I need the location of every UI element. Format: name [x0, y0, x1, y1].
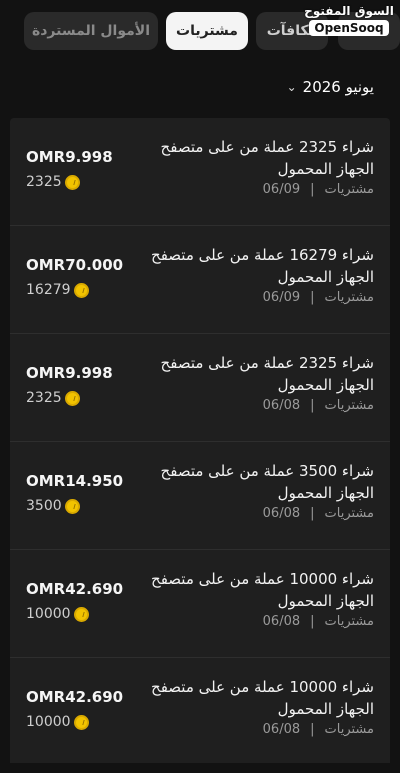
transaction-date: 06/08	[262, 506, 301, 521]
transaction-meta: مشتريات | 06/08	[263, 398, 374, 413]
transaction-coins: 16279	[26, 282, 89, 298]
transaction-meta: مشتريات | 06/09	[263, 290, 374, 305]
transaction-coins: 10000	[26, 714, 89, 730]
transaction-date: 06/08	[262, 722, 301, 737]
tab-purchases[interactable]: مشتريات	[166, 12, 248, 50]
tab-refunded[interactable]: الأموال المستردة	[24, 12, 158, 50]
coin-amount: 2325	[26, 390, 62, 406]
transaction-coins: 2325	[26, 390, 80, 406]
transaction-meta: مشتريات | 06/09	[263, 182, 374, 197]
transaction-date: 06/08	[262, 614, 301, 629]
meta-separator: |	[310, 722, 315, 737]
transaction-category: مشتريات	[324, 614, 374, 629]
transaction-category: مشتريات	[324, 182, 374, 197]
transaction-row[interactable]: شراء 16279 عملة من على متصفح الجهاز المح…	[10, 226, 390, 334]
coin-icon	[73, 606, 89, 622]
meta-separator: |	[310, 182, 315, 197]
coin-amount: 16279	[26, 282, 71, 298]
transaction-coins: 10000	[26, 606, 89, 622]
coin-amount: 10000	[26, 714, 71, 730]
meta-separator: |	[310, 290, 315, 305]
month-label: يونيو 2026	[302, 78, 374, 96]
transaction-meta: مشتريات | 06/08	[263, 506, 374, 521]
coin-icon	[64, 498, 80, 514]
coin-amount: 3500	[26, 498, 62, 514]
transaction-list: شراء 2325 عملة من على متصفح الجهاز المحم…	[10, 118, 390, 768]
transaction-title: شراء 16279 عملة من على متصفح الجهاز المح…	[151, 246, 374, 286]
transaction-title: شراء 2325 عملة من على متصفح الجهاز المحم…	[160, 138, 374, 178]
transaction-row[interactable]: شراء 10000 عملة من على متصفح الجهاز المح…	[10, 550, 390, 658]
transaction-date: 06/08	[262, 398, 301, 413]
transaction-title: شراء 10000 عملة من على متصفح الجهاز المح…	[151, 570, 374, 610]
transaction-row[interactable]: شراء 10000 عملة من على متصفح الجهاز المح…	[10, 658, 390, 766]
logo-english-text: OpenSooq	[309, 20, 389, 36]
transaction-price: OMR70.000	[26, 256, 124, 274]
transaction-price: OMR14.950	[26, 472, 124, 490]
month-selector[interactable]: ⌄ يونيو 2026	[287, 78, 374, 96]
transaction-row[interactable]: شراء 2325 عملة من على متصفح الجهاز المحم…	[10, 334, 390, 442]
transaction-price: OMR9.998	[26, 364, 113, 382]
transaction-category: مشتريات	[324, 506, 374, 521]
transaction-date: 06/09	[262, 182, 301, 197]
transaction-title: شراء 2325 عملة من على متصفح الجهاز المحم…	[160, 354, 374, 394]
transaction-price: OMR42.690	[26, 580, 124, 598]
transaction-title: شراء 10000 عملة من على متصفح الجهاز المح…	[151, 678, 374, 718]
chevron-down-icon: ⌄	[286, 80, 297, 94]
transaction-meta: مشتريات | 06/08	[263, 614, 374, 629]
transaction-price: OMR42.690	[26, 688, 124, 706]
transaction-row[interactable]: شراء 2325 عملة من على متصفح الجهاز المحم…	[10, 118, 390, 226]
transaction-coins: 3500	[26, 498, 80, 514]
transaction-category: مشتريات	[324, 722, 374, 737]
meta-separator: |	[310, 398, 315, 413]
meta-separator: |	[310, 614, 315, 629]
opensooq-logo: السوق المفتوح OpenSooq	[302, 4, 396, 42]
coin-amount: 10000	[26, 606, 71, 622]
coin-icon	[64, 174, 80, 190]
meta-separator: |	[310, 506, 315, 521]
transaction-meta: مشتريات | 06/08	[263, 722, 374, 737]
transaction-date: 06/09	[262, 290, 301, 305]
coin-icon	[64, 390, 80, 406]
transaction-price: OMR9.998	[26, 148, 113, 166]
transaction-title: شراء 3500 عملة من على متصفح الجهاز المحم…	[160, 462, 374, 502]
coin-amount: 2325	[26, 174, 62, 190]
transaction-row[interactable]: شراء 3500 عملة من على متصفح الجهاز المحم…	[10, 442, 390, 550]
logo-arabic-text: السوق المفتوح	[304, 4, 394, 18]
coin-icon	[73, 282, 89, 298]
transaction-category: مشتريات	[324, 290, 374, 305]
transaction-coins: 2325	[26, 174, 80, 190]
bottom-bar	[0, 763, 400, 773]
transaction-category: مشتريات	[324, 398, 374, 413]
coin-icon	[73, 714, 89, 730]
